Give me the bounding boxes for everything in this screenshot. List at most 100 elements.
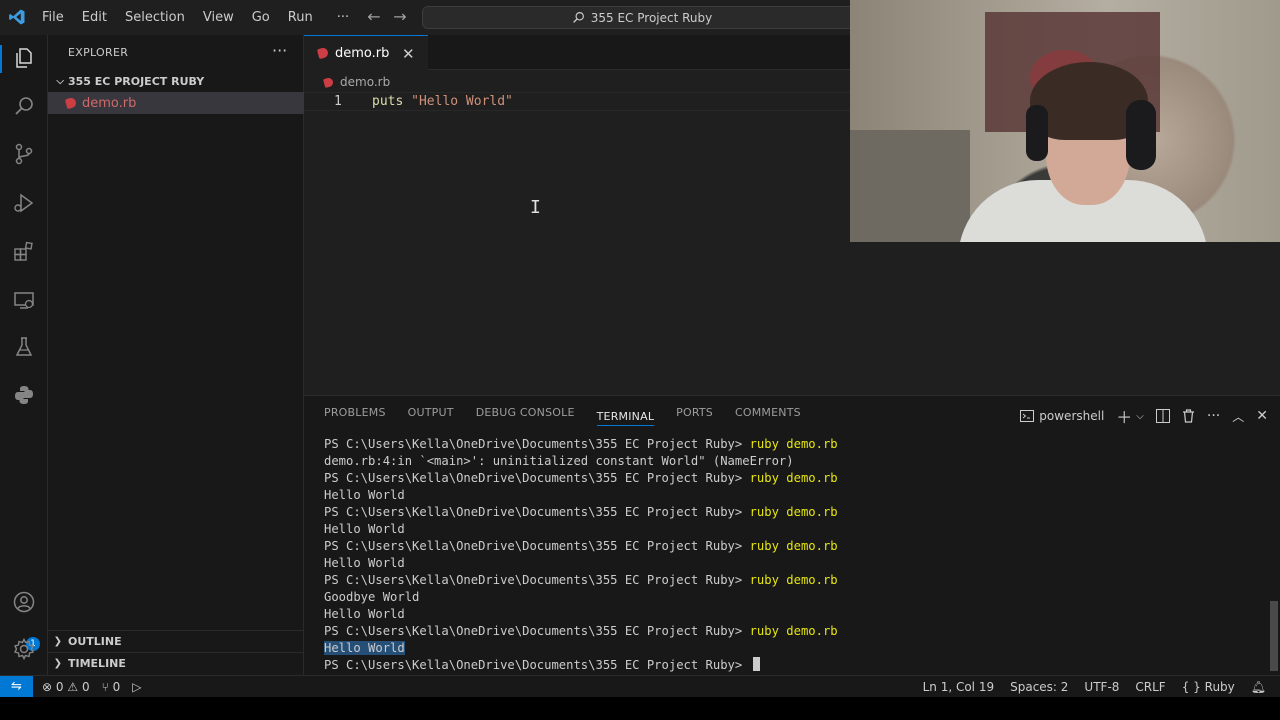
search-icon[interactable] <box>12 94 36 118</box>
terminal-line: PS C:\Users\Kella\OneDrive\Documents\355… <box>324 538 838 555</box>
python-icon[interactable] <box>12 383 36 407</box>
command-center-search[interactable]: 355 EC Project Ruby <box>422 6 862 29</box>
terminal-line: PS C:\Users\Kella\OneDrive\Documents\355… <box>324 657 838 674</box>
menu-selection[interactable]: Selection <box>116 0 194 35</box>
menu-more[interactable]: ··· <box>328 0 358 35</box>
tab-output[interactable]: OUTPUT <box>408 396 454 430</box>
problems-status[interactable]: ⊗ 0 ⚠ 0 <box>42 680 90 694</box>
language-mode[interactable]: { } Ruby <box>1182 680 1235 694</box>
terminal-output[interactable]: PS C:\Users\Kella\OneDrive\Documents\355… <box>324 436 838 674</box>
settings-gear-icon[interactable] <box>12 637 36 661</box>
terminal-command: ruby demo.rb <box>749 624 838 638</box>
status-bar: ⇋ ⊗ 0 ⚠ 0 ⑂ 0 ▷ Ln 1, Col 19 Spaces: 2 U… <box>0 675 1280 698</box>
extensions-icon[interactable] <box>12 239 36 263</box>
code-line[interactable]: 1 puts "Hello World" <box>304 92 850 111</box>
remote-explorer-icon[interactable] <box>12 288 36 312</box>
forward-arrow-icon[interactable]: → <box>392 9 408 25</box>
back-arrow-icon[interactable]: ← <box>366 9 382 25</box>
line-ending[interactable]: CRLF <box>1135 680 1165 694</box>
tab-debug-console[interactable]: DEBUG CONSOLE <box>476 396 575 430</box>
split-terminal-icon[interactable] <box>1155 409 1170 423</box>
terminal-scrollbar[interactable] <box>1270 601 1278 671</box>
error-count: 0 <box>55 680 64 694</box>
more-actions-icon[interactable]: ··· <box>1207 408 1220 424</box>
tab-ports[interactable]: PORTS <box>676 396 713 430</box>
explorer-title: EXPLORER <box>68 46 129 59</box>
terminal-line: PS C:\Users\Kella\OneDrive\Documents\355… <box>324 623 838 640</box>
code-text: puts "Hello World" <box>372 93 513 110</box>
outline-section[interactable]: ❯ OUTLINE <box>48 630 304 652</box>
terminal-shell-selector[interactable]: powershell <box>1020 409 1104 423</box>
tab-comments[interactable]: COMMENTS <box>735 396 801 430</box>
breadcrumb[interactable]: demo.rb <box>322 73 391 91</box>
chevron-down-icon: ⌵ <box>56 75 64 87</box>
notifications-bell-icon[interactable]: 🔔︎ <box>1251 680 1266 694</box>
remote-indicator-icon[interactable]: ⇋ <box>0 676 33 698</box>
tab-problems[interactable]: PROBLEMS <box>324 396 386 430</box>
outline-label: OUTLINE <box>68 635 122 648</box>
terminal-prompt: PS C:\Users\Kella\OneDrive\Documents\355… <box>324 539 750 553</box>
code-string: "Hello World" <box>411 94 513 109</box>
webcam-overlay <box>850 0 1280 242</box>
accounts-icon[interactable] <box>12 590 36 614</box>
vscode-logo-icon <box>9 9 25 25</box>
terminal-output-line: demo.rb:4:in `<main>': uninitialized con… <box>324 454 794 468</box>
terminal-command: ruby demo.rb <box>749 573 838 587</box>
terminal-prompt: PS C:\Users\Kella\OneDrive\Documents\355… <box>324 471 750 485</box>
maximize-panel-icon[interactable]: ︿ <box>1232 408 1244 425</box>
terminal-line: Hello World <box>324 521 838 538</box>
braces-icon: { } <box>1181 680 1201 694</box>
terminal-output-line: Hello World <box>324 556 405 570</box>
menu-run[interactable]: Run <box>279 0 322 35</box>
terminal-prompt: PS C:\Users\Kella\OneDrive\Documents\355… <box>324 573 750 587</box>
search-text: 355 EC Project Ruby <box>590 10 713 25</box>
terminal-output-line: Goodbye World <box>324 590 420 604</box>
run-debug-icon[interactable] <box>12 191 36 215</box>
testing-icon[interactable] <box>12 335 36 359</box>
ports-count: 0 <box>112 680 121 694</box>
timeline-section[interactable]: ❯ TIMELINE <box>48 652 304 674</box>
explorer-icon[interactable] <box>12 46 36 70</box>
bottom-panel: PROBLEMS OUTPUT DEBUG CONSOLE TERMINAL P… <box>304 395 1280 675</box>
explorer-more-actions[interactable]: ··· <box>272 41 287 60</box>
shell-name: powershell <box>1039 409 1105 423</box>
file-item-demo-rb[interactable]: demo.rb <box>48 92 304 114</box>
text-cursor-icon: I <box>530 197 541 218</box>
ports-status[interactable]: ⑂ 0 <box>102 680 121 694</box>
code-keyword: puts <box>372 94 404 109</box>
tab-demo-rb[interactable]: demo.rb ✕ <box>304 35 428 70</box>
terminal-line: PS C:\Users\Kella\OneDrive\Documents\355… <box>324 572 838 589</box>
indentation[interactable]: Spaces: 2 <box>1010 680 1068 694</box>
terminal-cursor <box>752 657 760 671</box>
chevron-down-icon[interactable]: ⌵ <box>1136 411 1144 422</box>
file-name: demo.rb <box>82 95 137 111</box>
menu-edit[interactable]: Edit <box>73 0 116 35</box>
warning-count: 0 <box>81 680 90 694</box>
menu-go[interactable]: Go <box>243 0 279 35</box>
terminal-prompt: PS C:\Users\Kella\OneDrive\Documents\355… <box>324 624 750 638</box>
trash-icon[interactable] <box>1182 409 1195 423</box>
terminal-line: Goodbye World <box>324 589 838 606</box>
ruby-file-icon <box>322 76 335 88</box>
explorer-sidebar: EXPLORER ··· ⌵ 355 EC PROJECT RUBY demo.… <box>48 35 304 675</box>
menu-bar: File Edit Selection View Go Run ··· <box>33 0 358 35</box>
terminal-line: PS C:\Users\Kella\OneDrive\Documents\355… <box>324 504 838 521</box>
new-terminal-plus-icon[interactable]: ＋ <box>1116 404 1132 428</box>
timeline-label: TIMELINE <box>68 657 126 670</box>
breadcrumb-file: demo.rb <box>340 75 391 89</box>
menu-file[interactable]: File <box>33 0 73 35</box>
status-left: ⊗ 0 ⚠ 0 ⑂ 0 ▷ <box>42 676 142 698</box>
tab-terminal[interactable]: TERMINAL <box>596 400 655 426</box>
terminal-line: PS C:\Users\Kella\OneDrive\Documents\355… <box>324 470 838 487</box>
terminal-line: Hello World <box>324 555 838 572</box>
menu-view[interactable]: View <box>194 0 243 35</box>
encoding[interactable]: UTF-8 <box>1084 680 1119 694</box>
source-control-icon[interactable] <box>12 142 36 166</box>
close-panel-icon[interactable]: ✕ <box>1256 408 1268 424</box>
folder-header[interactable]: ⌵ 355 EC PROJECT RUBY <box>48 70 304 92</box>
close-icon[interactable]: ✕ <box>402 45 415 63</box>
run-icon[interactable]: ▷ <box>132 680 141 694</box>
terminal-command: ruby demo.rb <box>749 471 838 485</box>
cursor-position[interactable]: Ln 1, Col 19 <box>923 680 995 694</box>
terminal-selected-output: Hello World <box>324 641 405 655</box>
